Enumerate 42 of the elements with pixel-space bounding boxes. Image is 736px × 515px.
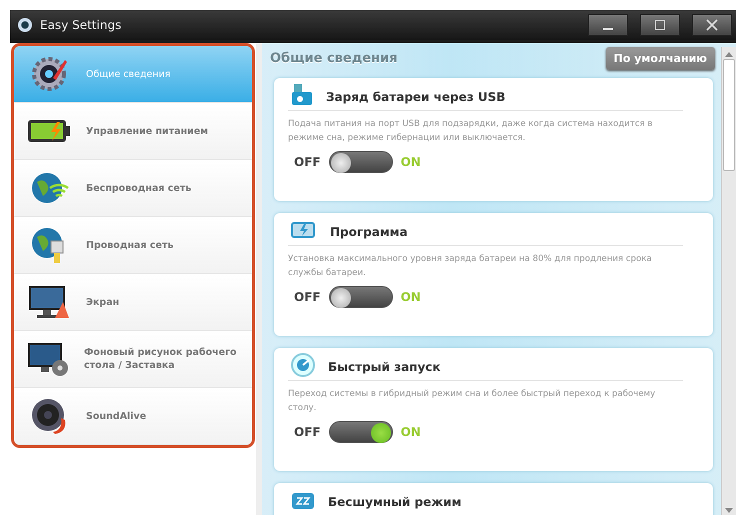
- speedometer-icon: [290, 352, 316, 378]
- sidebar-item[interactable]: Проводная сеть: [14, 217, 252, 274]
- card-title: Быстрый запуск: [328, 360, 441, 374]
- scroll-thumb[interactable]: [723, 59, 735, 171]
- off-label: OFF: [294, 290, 321, 304]
- toggle-switch[interactable]: [328, 421, 393, 443]
- card-description: Установка максимального уровня заряда батареи на 80% для продления срока службы батареи.: [288, 253, 653, 280]
- close-button[interactable]: [692, 14, 732, 36]
- scrollbar[interactable]: [721, 47, 736, 515]
- battery-icon: [290, 220, 318, 240]
- off-label: OFF: [294, 425, 321, 439]
- sidebar-item[interactable]: Беспроводная сеть: [14, 160, 252, 217]
- app-logo-icon: [18, 18, 32, 32]
- on-label: ON: [400, 155, 421, 169]
- on-label: ON: [400, 425, 421, 439]
- scroll-up-icon[interactable]: [725, 51, 733, 57]
- minimize-button[interactable]: [588, 14, 628, 36]
- card-title: Бесшумный режим: [328, 495, 462, 509]
- card-title: Программа: [330, 225, 408, 239]
- window-title: Easy Settings: [40, 18, 122, 32]
- toggle-switch[interactable]: [328, 286, 393, 308]
- maximize-icon: [654, 20, 666, 30]
- sidebar-item[interactable]: Экран: [14, 274, 252, 331]
- battery-icon: [27, 117, 71, 145]
- minimize-icon: [603, 28, 613, 30]
- on-label: ON: [400, 290, 421, 304]
- monitor-icon: [27, 284, 71, 320]
- monitor-film-icon: [26, 341, 70, 377]
- toggle-switch[interactable]: [328, 151, 393, 173]
- card-description: Подача питания на порт USB для подзарядки, даже когда система находится в режиме сна, режиме гибернации или выключается.: [288, 118, 654, 145]
- sidebar-item[interactable]: Фоновый рисунок рабочего стола / Заставка: [14, 331, 252, 388]
- sidebar-item[interactable]: Управление питанием: [14, 103, 252, 160]
- card-description: Переход системы в гибридный режим сна и более быстрый переход к рабочему столу.: [288, 388, 656, 415]
- card-title: Заряд батареи через USB: [326, 90, 506, 104]
- off-label: OFF: [294, 155, 321, 169]
- gear-icon: [29, 54, 69, 94]
- maximize-button[interactable]: [640, 14, 680, 36]
- default-button[interactable]: По умолчанию: [606, 47, 715, 70]
- sidebar-item[interactable]: SoundAlive: [14, 388, 252, 445]
- scroll-down-icon[interactable]: [725, 508, 733, 514]
- close-icon: [706, 19, 718, 31]
- section-title: Общие сведения: [270, 51, 398, 66]
